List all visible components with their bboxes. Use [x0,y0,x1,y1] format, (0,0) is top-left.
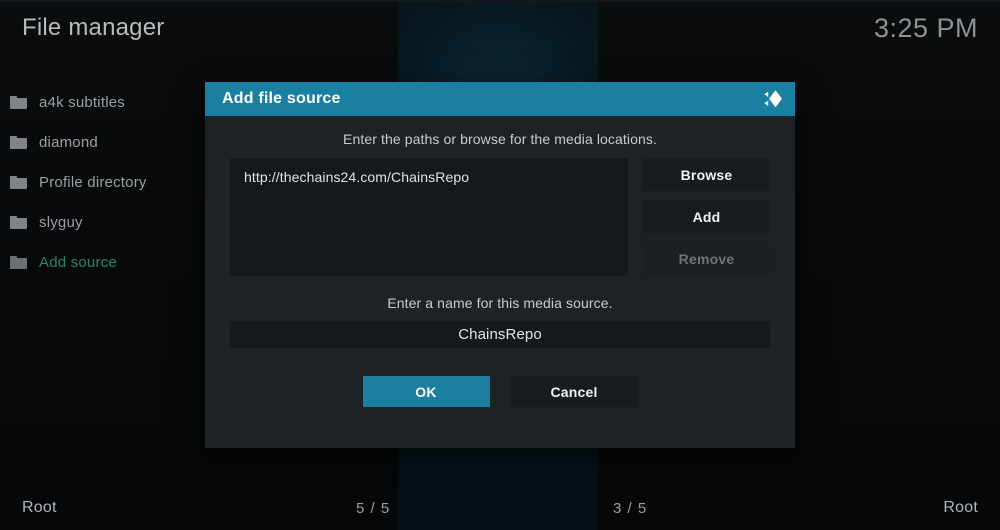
status-left-count: 5 / 5 [356,500,391,517]
ok-button[interactable]: OK [362,376,490,407]
folder-icon [10,175,27,189]
paths-actions: Browse Add Remove [643,158,770,276]
name-hint: Enter a name for this media source. [387,295,613,311]
cancel-button[interactable]: Cancel [510,376,638,407]
status-left-path: Root [22,499,57,516]
page-title: File manager [22,14,165,41]
clock: 3:25 PM [873,12,978,43]
paths-list[interactable]: http://thechains24.com/ChainsRepo [230,158,628,276]
add-file-source-dialog: Add file source Enter the paths or brows… [205,82,795,448]
folder-icon [10,215,27,229]
source-name-value: ChainsRepo [458,326,542,343]
browse-button[interactable]: Browse [643,158,770,191]
dialog-title: Add file source [222,90,341,107]
list-item-label: a4k subtitles [39,93,125,111]
dialog-body: Enter the paths or browse for the media … [205,116,795,448]
list-item-label: Profile directory [39,173,147,191]
add-button[interactable]: Add [643,200,770,233]
status-right-count: 3 / 5 [613,500,648,517]
list-item-slyguy[interactable]: slyguy [0,202,200,242]
remove-button: Remove [643,242,770,275]
list-item-label: Add source [39,253,117,271]
list-item-profile-directory[interactable]: Profile directory [0,162,200,202]
kodi-file-manager-screen: File manager 3:25 PM a4k subtitles diamo… [0,0,1000,530]
app-header: File manager 3:25 PM [0,0,1000,56]
dialog-title-bar: Add file source [205,82,795,116]
source-name-input[interactable]: ChainsRepo [230,321,770,348]
folder-icon [10,255,27,269]
folder-icon [10,135,27,149]
paths-row: http://thechains24.com/ChainsRepo Browse… [205,147,795,276]
list-item-add-source[interactable]: Add source [0,242,200,282]
list-item-label: diamond [39,133,98,151]
paths-hint: Enter the paths or browse for the media … [343,131,657,147]
list-item-diamond[interactable]: diamond [0,122,200,162]
list-item-label: slyguy [39,213,83,231]
status-bar: Root 5 / 5 3 / 5 Root [0,488,1000,530]
dialog-actions: OK Cancel [205,348,795,407]
status-right-path: Root [943,499,978,516]
path-list-item[interactable]: http://thechains24.com/ChainsRepo [244,169,614,187]
list-item-a4k-subtitles[interactable]: a4k subtitles [0,82,200,122]
kodi-logo-icon [759,86,785,112]
file-source-list: a4k subtitles diamond Profile directory … [0,82,200,282]
folder-icon [10,95,27,109]
